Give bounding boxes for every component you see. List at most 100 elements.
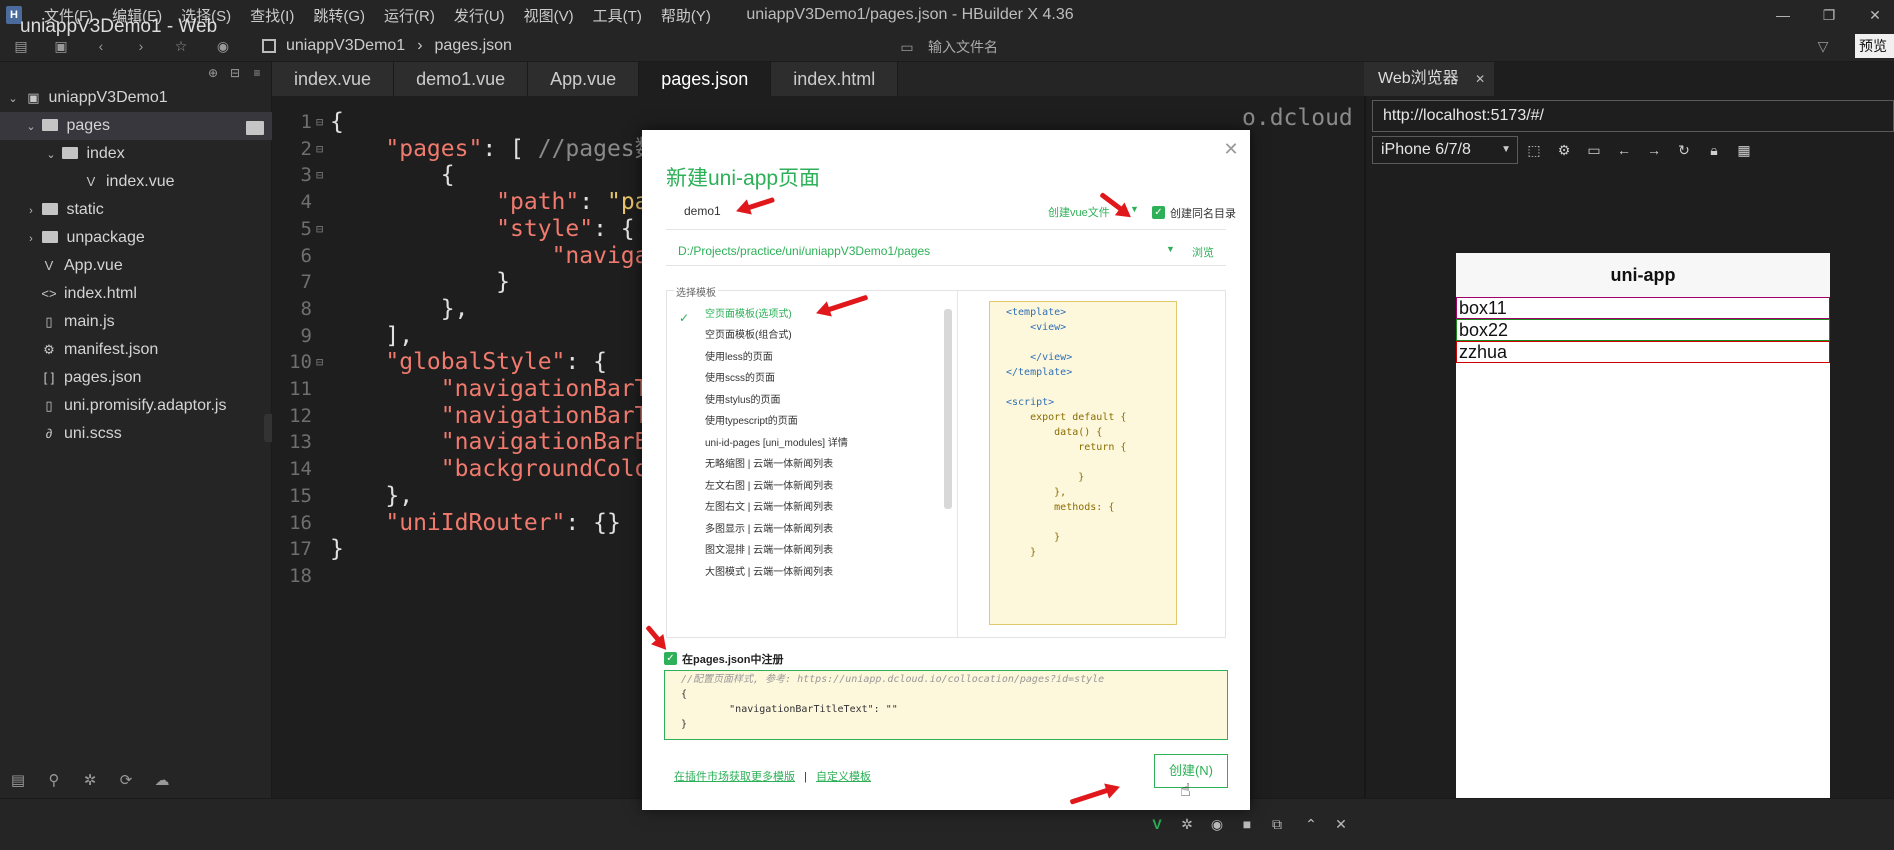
screenshot-icon[interactable]: ⬚	[1524, 140, 1544, 160]
url-input[interactable]: http://localhost:5173/#/	[1372, 100, 1894, 132]
debug-icon[interactable]: ✲	[78, 771, 102, 789]
menu-tools[interactable]: 工具(T)	[593, 5, 642, 26]
tab-index-vue[interactable]: index.vue	[272, 62, 395, 96]
console-icon[interactable]: ▭	[1584, 140, 1604, 160]
custom-template-link[interactable]: 自定义模板	[816, 771, 871, 783]
vue-file-select[interactable]: 创建vue文件	[1048, 204, 1110, 220]
debug-icon[interactable]: ✲	[1176, 814, 1198, 834]
minimize-button[interactable]: —	[1760, 0, 1806, 30]
tree-item-uni-scss[interactable]: ∂ uni.scss	[0, 420, 272, 448]
browse-link[interactable]: 浏览	[1192, 244, 1214, 260]
breadcrumb-project[interactable]: uniappV3Demo1	[286, 37, 405, 55]
tree-item-app-vue[interactable]: V App.vue	[0, 252, 272, 280]
template-item[interactable]: 大图模式 | 云端一体新闻列表	[705, 563, 833, 583]
menu-view[interactable]: 视图(V)	[524, 5, 574, 26]
tree-item-adaptor-js[interactable]: ▯ uni.promisify.adaptor.js	[0, 392, 272, 420]
close-window-button[interactable]: ✕	[1852, 0, 1894, 30]
refresh-icon[interactable]: ↻	[1674, 140, 1694, 160]
template-item[interactable]: 使用less的页面	[705, 348, 773, 368]
template-item[interactable]: 无略缩图 | 云端一体新闻列表	[705, 455, 833, 475]
chevron-up-icon[interactable]: ⌃	[1300, 814, 1322, 834]
source-control-icon[interactable]: ⟳	[114, 771, 138, 789]
tree-item-pages-json[interactable]: [ ] pages.json	[0, 364, 272, 392]
open-external-icon[interactable]: ⧉	[1266, 814, 1288, 834]
star-icon[interactable]: ☆	[172, 37, 190, 55]
menu-publish[interactable]: 发行(U)	[454, 5, 505, 26]
settings-icon[interactable]: ⚙	[1554, 140, 1574, 160]
tree-item-index-html[interactable]: <> index.html	[0, 280, 272, 308]
new-file-icon[interactable]: ▤	[12, 37, 30, 55]
tab-index-html[interactable]: index.html	[771, 62, 899, 96]
clear-icon[interactable]: ✕	[1330, 814, 1352, 834]
fold-icon[interactable]: ⊟	[316, 213, 330, 245]
save-icon[interactable]: ▣	[52, 37, 70, 55]
more-icon[interactable]: ≡	[248, 64, 266, 82]
forward-arrow-icon[interactable]: →	[1644, 140, 1664, 160]
maximize-button[interactable]: ❐	[1806, 0, 1852, 30]
template-item[interactable]: 使用typescript的页面	[705, 412, 798, 432]
plugin-market-link[interactable]: 在插件市场获取更多模版	[674, 771, 795, 783]
create-dir-checkbox[interactable]: ✓	[1152, 206, 1165, 219]
menu-run[interactable]: 运行(R)	[384, 5, 435, 26]
tab-app-vue[interactable]: App.vue	[528, 62, 640, 96]
stop-icon[interactable]: ■	[1236, 814, 1258, 834]
preview-button[interactable]: 预览	[1855, 34, 1894, 58]
tab-web-browser[interactable]: Web浏览器 ✕	[1364, 62, 1494, 96]
fold-icon[interactable]: ⊟	[316, 159, 330, 191]
tree-item-pages[interactable]: ⌄ pages	[0, 112, 272, 140]
device-select[interactable]: iPhone 6/7/8 ▼	[1372, 136, 1518, 164]
tab-pages-json[interactable]: pages.json	[639, 62, 772, 96]
run-icon[interactable]: ◉	[214, 37, 232, 55]
register-checkbox[interactable]: ✓	[664, 652, 677, 665]
template-item[interactable]: uni-id-pages [uni_modules] 详情	[705, 434, 848, 454]
file-search-input[interactable]: 输入文件名	[928, 36, 1248, 58]
template-item[interactable]: 图文混排 | 云端一体新闻列表	[705, 541, 833, 561]
back-arrow-icon[interactable]: ←	[1614, 140, 1634, 160]
template-item[interactable]: 多图显示 | 云端一体新闻列表	[705, 520, 833, 540]
forward-icon[interactable]: ›	[132, 37, 150, 55]
tree-item-static[interactable]: › static	[0, 196, 272, 224]
qr-code-icon[interactable]: ▦	[1734, 140, 1754, 160]
collapse-all-icon[interactable]: ⊟	[226, 64, 244, 82]
page-name-input[interactable]: demo1	[684, 204, 721, 218]
fold-icon[interactable]: ⊟	[316, 346, 330, 378]
vue-icon[interactable]: V	[1146, 814, 1168, 834]
dialog-close-button[interactable]: ✕	[1220, 138, 1242, 160]
template-item[interactable]: 使用stylus的页面	[705, 391, 781, 411]
back-icon[interactable]: ‹	[92, 37, 110, 55]
tree-item-index-vue[interactable]: Vindex.vue	[0, 168, 272, 196]
tree-item-manifest[interactable]: ⚙ manifest.json	[0, 336, 272, 364]
tab-demo1-vue[interactable]: demo1.vue	[394, 62, 529, 96]
template-item[interactable]: 左文右图 | 云端一体新闻列表	[705, 477, 833, 497]
tree-item-index-folder[interactable]: ⌄ index	[0, 140, 272, 168]
binoculars-icon[interactable]: ⚲	[42, 771, 66, 789]
explorer-icon[interactable]: ▤	[6, 771, 30, 789]
tree-item-project[interactable]: ⌄ ▣ uniappV3Demo1	[0, 84, 272, 112]
code-token: },	[330, 295, 469, 322]
create-button[interactable]: 创建(N)	[1154, 754, 1228, 788]
tree-item-main-js[interactable]: ▯ main.js	[0, 308, 272, 336]
box-11: box11	[1456, 297, 1830, 319]
cloud-icon[interactable]: ☁	[150, 771, 174, 789]
template-item[interactable]: 左图右文 | 云端一体新闻列表	[705, 498, 833, 518]
template-item[interactable]: 空页面模板(组合式)	[705, 326, 792, 346]
path-select[interactable]: D:/Projects/practice/uni/uniappV3Demo1/p…	[678, 244, 930, 258]
menu-goto[interactable]: 跳转(G)	[313, 5, 365, 26]
window-title: uniappV3Demo1/pages.json - HBuilder X 4.…	[746, 6, 1074, 23]
record-icon[interactable]: ◉	[1206, 814, 1228, 834]
template-item[interactable]: 使用scss的页面	[705, 369, 775, 389]
template-item[interactable]: 空页面模板(选项式)	[705, 305, 792, 325]
locate-icon[interactable]: ⊕	[204, 64, 222, 82]
menu-find[interactable]: 查找(I)	[250, 5, 294, 26]
close-icon[interactable]: ✕	[1475, 72, 1485, 86]
filter-icon[interactable]: ▽	[1814, 37, 1832, 55]
preview-token: </view>	[1006, 352, 1073, 363]
tree-item-unpackage[interactable]: › unpackage	[0, 224, 272, 252]
open-folder-icon[interactable]	[246, 121, 264, 135]
breadcrumb-file[interactable]: pages.json	[435, 37, 512, 55]
mouse-cursor-icon: ☝︎	[1180, 780, 1191, 800]
template-scrollbar[interactable]	[944, 309, 952, 509]
lock-icon[interactable]: 🔒︎	[1704, 140, 1724, 160]
page-style-json-editor[interactable]: //配置页面样式, 参考: https://uniapp.dcloud.io/c…	[664, 670, 1228, 740]
